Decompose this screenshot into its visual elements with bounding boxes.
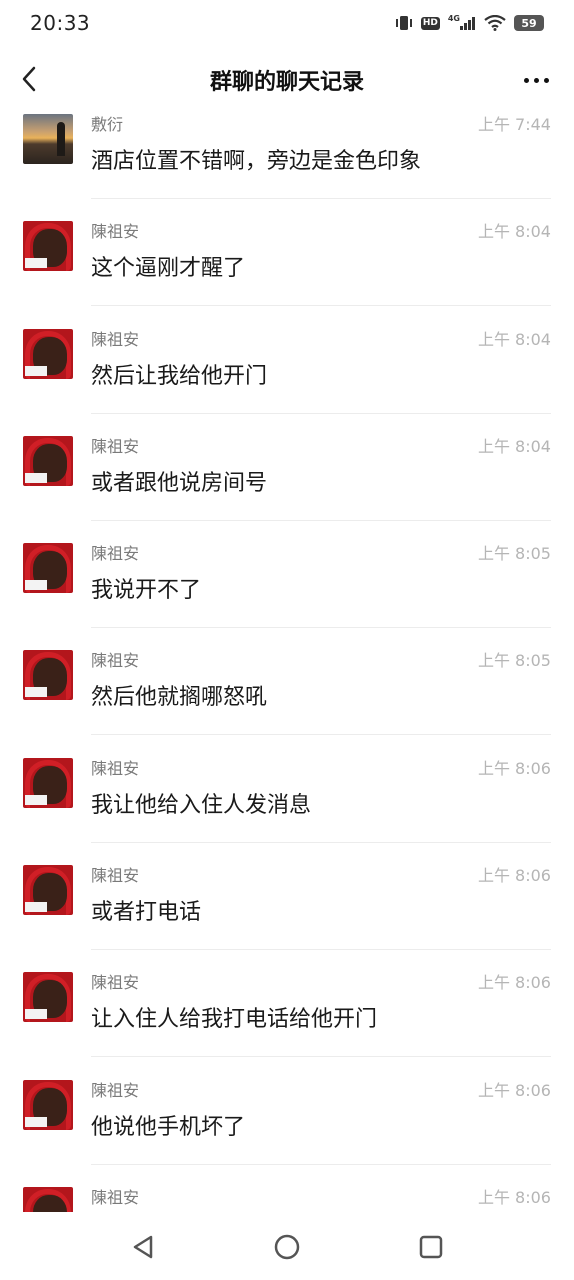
message-text: 我让他给入住人发消息 (91, 792, 312, 818)
status-bar: 20:33 HD 4G 59 (0, 0, 574, 46)
sender-name: 陳祖安 (91, 222, 140, 242)
message-time: 上午 8:06 (477, 1187, 551, 1207)
message-item[interactable]: 陳祖安 上午 8:04 然后让我给他开门 (0, 328, 574, 436)
message-text: 或者跟他说房间号 (91, 470, 268, 496)
message-item[interactable]: 陳祖安 上午 8:06 我让他给入住人发消息 (0, 757, 574, 865)
avatar[interactable] (23, 650, 73, 701)
nav-home-button[interactable] (272, 1232, 302, 1262)
avatar[interactable] (23, 221, 73, 272)
sender-name: 陳祖安 (91, 329, 140, 349)
sender-name: 陳祖安 (91, 758, 140, 778)
wifi-icon (484, 15, 506, 31)
message-time: 上午 8:04 (477, 329, 551, 349)
divider (91, 519, 551, 521)
avatar[interactable] (23, 972, 73, 1023)
divider (91, 305, 551, 307)
message-item[interactable]: 陳祖安 上午 8:05 然后他就搁哪怒吼 (0, 650, 574, 757)
sender-name: 陳祖安 (91, 1080, 140, 1100)
message-text: 我说开不了 (91, 578, 202, 604)
message-time: 上午 8:06 (477, 973, 551, 993)
circle-home-icon (274, 1234, 300, 1260)
avatar[interactable] (23, 865, 73, 916)
avatar[interactable] (23, 435, 73, 486)
network-label: 4G (447, 13, 460, 23)
battery-level: 59 (521, 16, 537, 30)
nav-back-button[interactable] (128, 1232, 158, 1262)
message-text: 让入住人给我打电话给他开门 (91, 1007, 378, 1033)
message-time: 上午 7:44 (477, 115, 551, 134)
avatar[interactable] (23, 1186, 73, 1212)
divider (91, 734, 551, 736)
sender-name: 陳祖安 (91, 651, 140, 671)
message-time: 上午 8:04 (477, 436, 551, 456)
divider (91, 1056, 551, 1058)
message-item[interactable]: 陳祖安 上午 8:06 他说他手机坏了 (0, 1079, 574, 1187)
message-item[interactable]: 陳祖安 上午 8:06 (0, 1186, 574, 1212)
message-time: 上午 8:06 (477, 1080, 551, 1100)
more-dot-icon (523, 77, 529, 83)
divider (91, 627, 551, 629)
sender-name: 陳祖安 (91, 436, 140, 456)
message-item[interactable]: 陳祖安 上午 8:04 或者跟他说房间号 (0, 435, 574, 543)
message-item[interactable]: 敷衍 上午 7:44 酒店位置不错啊，旁边是金色印象 (0, 114, 574, 221)
message-item[interactable]: 陳祖安 上午 8:05 我说开不了 (0, 543, 574, 650)
divider (91, 949, 551, 951)
divider (91, 841, 551, 843)
status-icons: HD 4G 59 (395, 13, 544, 31)
message-text: 酒店位置不错啊，旁边是金色印象 (91, 149, 422, 174)
navigation-bar (0, 1212, 574, 1280)
sender-name: 陳祖安 (91, 544, 140, 564)
back-arrow-icon (22, 66, 36, 92)
avatar[interactable] (23, 543, 73, 594)
hd-badge: HD (420, 16, 440, 30)
message-item[interactable]: 陳祖安 上午 8:06 或者打电话 (0, 865, 574, 972)
battery-icon: 59 (514, 15, 544, 31)
divider (91, 412, 551, 414)
more-options-button[interactable] (518, 66, 554, 94)
message-item[interactable]: 陳祖安 上午 8:06 让入住人给我打电话给他开门 (0, 972, 574, 1079)
message-time: 上午 8:05 (477, 651, 551, 671)
message-text: 然后让我给他开门 (91, 363, 268, 389)
message-item[interactable]: 陳祖安 上午 8:04 这个逼刚才醒了 (0, 221, 574, 328)
sender-name: 陳祖安 (91, 973, 140, 993)
header: 群聊的聊天记录 (0, 46, 574, 114)
triangle-back-icon (133, 1235, 153, 1259)
status-time: 20:33 (30, 11, 91, 35)
sender-name: 陳祖安 (91, 1187, 140, 1207)
message-time: 上午 8:05 (477, 544, 551, 564)
avatar[interactable] (23, 114, 73, 164)
square-recents-icon (419, 1235, 443, 1259)
sender-name: 敷衍 (91, 115, 124, 134)
message-text: 他说他手机坏了 (91, 1114, 246, 1140)
message-time: 上午 8:06 (477, 866, 551, 886)
message-time: 上午 8:06 (477, 758, 551, 778)
avatar[interactable] (23, 1079, 73, 1130)
message-text: 这个逼刚才醒了 (91, 256, 246, 282)
sender-name: 陳祖安 (91, 866, 140, 886)
back-button[interactable] (14, 64, 44, 94)
nav-recents-button[interactable] (416, 1232, 446, 1262)
message-text: 然后他就搁哪怒吼 (91, 685, 268, 711)
message-list[interactable]: 敷衍 上午 7:44 酒店位置不错啊，旁边是金色印象 陳祖安 上午 8:04 这… (0, 114, 574, 1212)
signal-icon: 4G (447, 13, 476, 30)
divider (91, 198, 551, 199)
page-title: 群聊的聊天记录 (209, 70, 364, 95)
more-dot-icon (543, 77, 549, 83)
avatar[interactable] (23, 757, 73, 808)
divider (91, 1163, 551, 1165)
message-time: 上午 8:04 (477, 222, 551, 242)
message-text: 或者打电话 (91, 900, 202, 926)
more-dot-icon (533, 77, 539, 83)
vibrate-icon (395, 15, 413, 31)
avatar[interactable] (23, 328, 73, 379)
